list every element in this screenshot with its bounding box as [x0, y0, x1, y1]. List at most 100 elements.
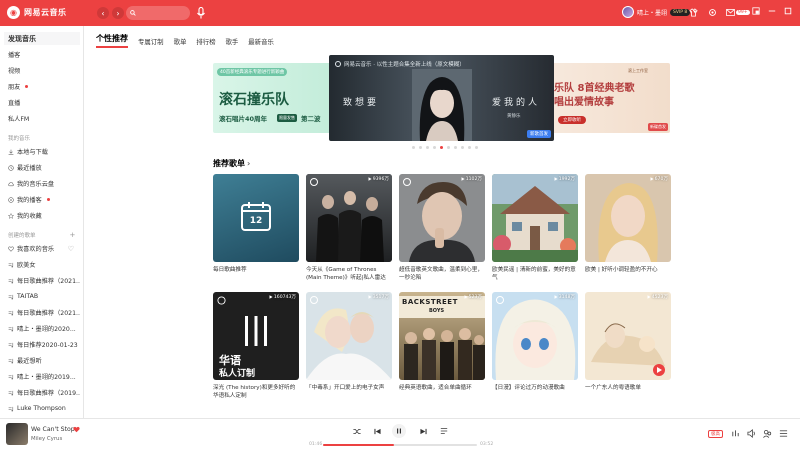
- lyrics-icon[interactable]: [440, 427, 448, 435]
- search-box[interactable]: [126, 6, 190, 20]
- sidebar-item-my-podcast[interactable]: 我的播客: [4, 193, 80, 206]
- next-track-icon[interactable]: [419, 427, 427, 435]
- playlist-cover[interactable]: 4523万: [585, 292, 671, 380]
- user-name[interactable]: 晴上・墨翊: [637, 8, 667, 17]
- playlist-cover[interactable]: 1102万: [399, 174, 485, 262]
- playlist-name[interactable]: 欧美 | 好听小调轻盈的不开心: [585, 266, 671, 282]
- recommend-playlists-heading[interactable]: 推荐歌单 ›: [213, 158, 250, 169]
- playlist-cover[interactable]: BACKSTREET BOYS 523万: [399, 292, 485, 380]
- back-button[interactable]: ‹: [97, 7, 109, 19]
- now-playing-cover[interactable]: [6, 423, 28, 445]
- avatar[interactable]: [622, 6, 634, 18]
- progress-slider[interactable]: [323, 444, 477, 446]
- playlist-name[interactable]: 深光 (The history)和更多好听的华语私人定制: [213, 384, 299, 400]
- forward-button[interactable]: ›: [112, 7, 124, 19]
- sidebar-item-playlist[interactable]: Luke Thompson: [4, 402, 80, 415]
- pause-button[interactable]: [392, 424, 406, 438]
- previous-track-icon[interactable]: [373, 427, 381, 435]
- sidebar-item-playlist[interactable]: TAITAB: [4, 290, 80, 303]
- carousel-dot[interactable]: [447, 146, 450, 149]
- sidebar-item-playlist[interactable]: 每日歌曲推荐（2021...: [4, 274, 80, 287]
- carousel-dot[interactable]: [426, 146, 429, 149]
- tab-playlists[interactable]: 歌单: [174, 37, 187, 48]
- sidebar-item-live[interactable]: 直播: [4, 96, 80, 109]
- playlist-queue-icon[interactable]: [779, 429, 788, 438]
- playlist-name[interactable]: 超低音歌英文歌曲，温柔到心里，一秒沦陷: [399, 266, 485, 282]
- banner-left[interactable]: 40首新经典滚乐专题进行新颖曲 滚石撞乐队 滚石唱片40周年 限量发售 第二波: [213, 63, 338, 133]
- banner-right-listen-button[interactable]: 立即收听: [558, 116, 586, 124]
- playlist-card[interactable]: 1102万超低音歌英文歌曲，温柔到心里，一秒沦陷: [399, 174, 485, 282]
- playlist-name[interactable]: 每日歌曲推荐: [213, 266, 299, 282]
- playlist-name[interactable]: 经典英语歌曲，适合单曲循环: [399, 384, 485, 400]
- sidebar-item-podcast[interactable]: 播客: [4, 48, 80, 61]
- sidebar-item-playlist[interactable]: 最近想听: [4, 354, 80, 367]
- now-playing-artist[interactable]: Miley Cyrus: [31, 436, 62, 442]
- carousel-dot[interactable]: [412, 146, 415, 149]
- playlist-card[interactable]: 1992万欧美民谣 | 清新的前蜜，美好的意气: [492, 174, 578, 282]
- sidebar-item-playlist[interactable]: 每日推荐2020-01-23: [4, 338, 80, 351]
- search-input[interactable]: [138, 9, 190, 17]
- mail-icon[interactable]: 99+: [726, 7, 750, 18]
- add-playlist-icon[interactable]: +: [70, 231, 76, 239]
- tab-new-music[interactable]: 最新音乐: [248, 37, 274, 48]
- sidebar-item-playlist[interactable]: 欧美女: [4, 258, 80, 271]
- listen-together-icon[interactable]: [763, 429, 772, 438]
- playlist-card[interactable]: 670万 欧美 | 好听小调轻盈的不开心: [585, 174, 671, 282]
- playlist-cover[interactable]: 1992万: [492, 174, 578, 262]
- sidebar-item-local-download[interactable]: 本地与下载: [4, 145, 80, 158]
- tab-charts[interactable]: 排行榜: [196, 37, 215, 48]
- sidebar-item-video[interactable]: 视频: [4, 64, 80, 77]
- now-playing-title[interactable]: We Can't Stop: [31, 426, 75, 433]
- tab-exclusive[interactable]: 专属订制: [138, 37, 164, 48]
- sound-effect-icon[interactable]: [731, 429, 740, 438]
- playlist-name[interactable]: 欧美民谣 | 清新的前蜜，美好的意气: [492, 266, 578, 282]
- playlist-cover[interactable]: 3148万: [492, 292, 578, 380]
- shuffle-icon[interactable]: [353, 427, 361, 435]
- playlist-card[interactable]: BACKSTREET BOYS 523万经典英语歌曲，适合单曲循环: [399, 292, 485, 400]
- sidebar-item-playlist[interactable]: 晴上・墨翊的2020...: [4, 322, 80, 335]
- sidebar-item-fm[interactable]: 私人FM: [4, 112, 80, 125]
- microphone-icon[interactable]: [196, 7, 206, 19]
- heartbeat-mode-icon[interactable]: ♡: [68, 245, 74, 253]
- sidebar-item-collection[interactable]: 我的收藏: [4, 209, 80, 222]
- carousel-dot[interactable]: [468, 146, 471, 149]
- carousel-dot[interactable]: [433, 146, 436, 149]
- tab-personal-recommend[interactable]: 个性推荐: [96, 33, 128, 48]
- skin-icon[interactable]: [688, 7, 699, 18]
- playlist-cover[interactable]: 9396万: [306, 174, 392, 262]
- sidebar-item-playlist[interactable]: 每日歌曲推荐（2019...: [4, 386, 80, 399]
- maximize-icon[interactable]: [784, 7, 792, 15]
- user-profile[interactable]: 晴上・墨翊 SVIP 8 ▾: [622, 6, 696, 18]
- volume-icon[interactable]: [747, 429, 756, 438]
- sidebar-item-friends[interactable]: 朋友: [4, 80, 80, 93]
- playlist-card[interactable]: 12 每日歌曲推荐: [213, 174, 299, 282]
- playlist-cover[interactable]: 华语 私人订制 160743万: [213, 292, 299, 380]
- playlist-cover[interactable]: 12: [213, 174, 299, 262]
- sidebar-item-discover[interactable]: 发现音乐: [4, 32, 80, 45]
- playlist-card[interactable]: 9396万今天从《Game of Thrones (Main Theme)》听起…: [306, 174, 392, 282]
- sidebar-item-liked-music[interactable]: 我喜欢的音乐 ♡: [4, 242, 80, 255]
- carousel-dot[interactable]: [440, 146, 443, 149]
- minimize-icon[interactable]: [768, 7, 776, 15]
- playlist-card[interactable]: 华语 私人订制 160743万深光 (The history)和更多好听的华语私人…: [213, 292, 299, 400]
- sidebar-item-recent[interactable]: 最近播放: [4, 161, 80, 174]
- carousel-dot[interactable]: [475, 146, 478, 149]
- carousel-dot[interactable]: [461, 146, 464, 149]
- like-heart-icon[interactable]: [73, 426, 80, 433]
- playlist-card[interactable]: 4523万 一个广东人的粤语歌单: [585, 292, 671, 400]
- sidebar-item-playlist[interactable]: 晴上・墨翊的2019...: [4, 370, 80, 383]
- playlist-name[interactable]: 今天从《Game of Thrones (Main Theme)》听起|私人雷达: [306, 266, 392, 282]
- tab-artists[interactable]: 歌手: [226, 37, 239, 48]
- settings-gear-icon[interactable]: [707, 7, 718, 18]
- playlist-name[interactable]: 「中毒系」开口爱上的电子女声: [306, 384, 392, 400]
- mini-mode-icon[interactable]: [752, 7, 760, 15]
- playlist-cover[interactable]: 3517万: [306, 292, 392, 380]
- banner-right[interactable]: 滚上工作室 乐队 8首经典老歌 唱出爱情故事 立即收听 新碟首发: [548, 63, 670, 133]
- playlist-name[interactable]: 【日漫】评论过万的动漫歌曲: [492, 384, 578, 400]
- playlist-card[interactable]: 3148万【日漫】评论过万的动漫歌曲: [492, 292, 578, 400]
- app-logo[interactable]: ◉ 网易云音乐: [7, 6, 67, 19]
- sound-quality-badge[interactable]: 极高: [708, 430, 723, 438]
- carousel-dot[interactable]: [454, 146, 457, 149]
- banner-center[interactable]: 网易云音乐 · 以性主题合集全新上线（原文模糊） 致想要 爱我的人 黄静乐 新歌…: [329, 55, 554, 141]
- sidebar-item-playlist[interactable]: 每日歌曲推荐（2021...: [4, 306, 80, 319]
